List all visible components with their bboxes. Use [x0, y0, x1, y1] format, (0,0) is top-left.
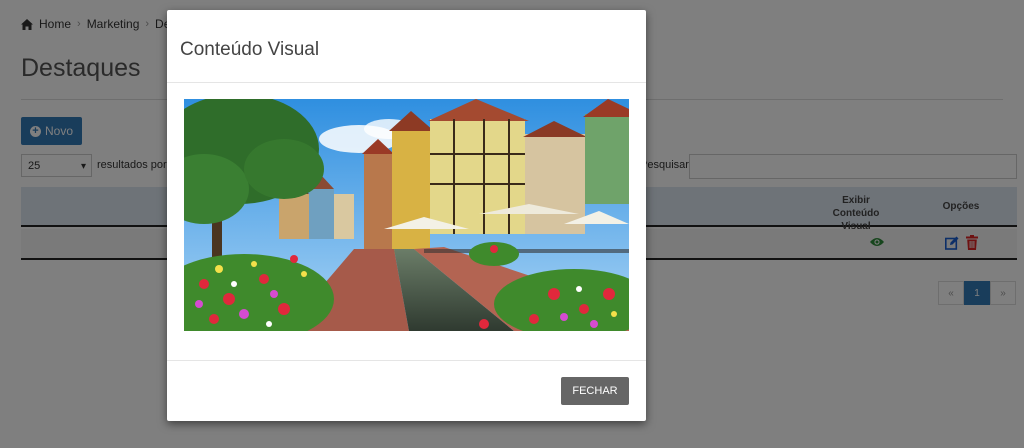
modal-footer-divider [167, 360, 646, 361]
modal-header-divider [167, 82, 646, 83]
close-button[interactable]: FECHAR [561, 377, 629, 405]
modal-title: Conteúdo Visual [180, 39, 320, 60]
visual-content-modal: Conteúdo Visual FECHAR [167, 10, 646, 421]
modal-image [184, 99, 629, 331]
